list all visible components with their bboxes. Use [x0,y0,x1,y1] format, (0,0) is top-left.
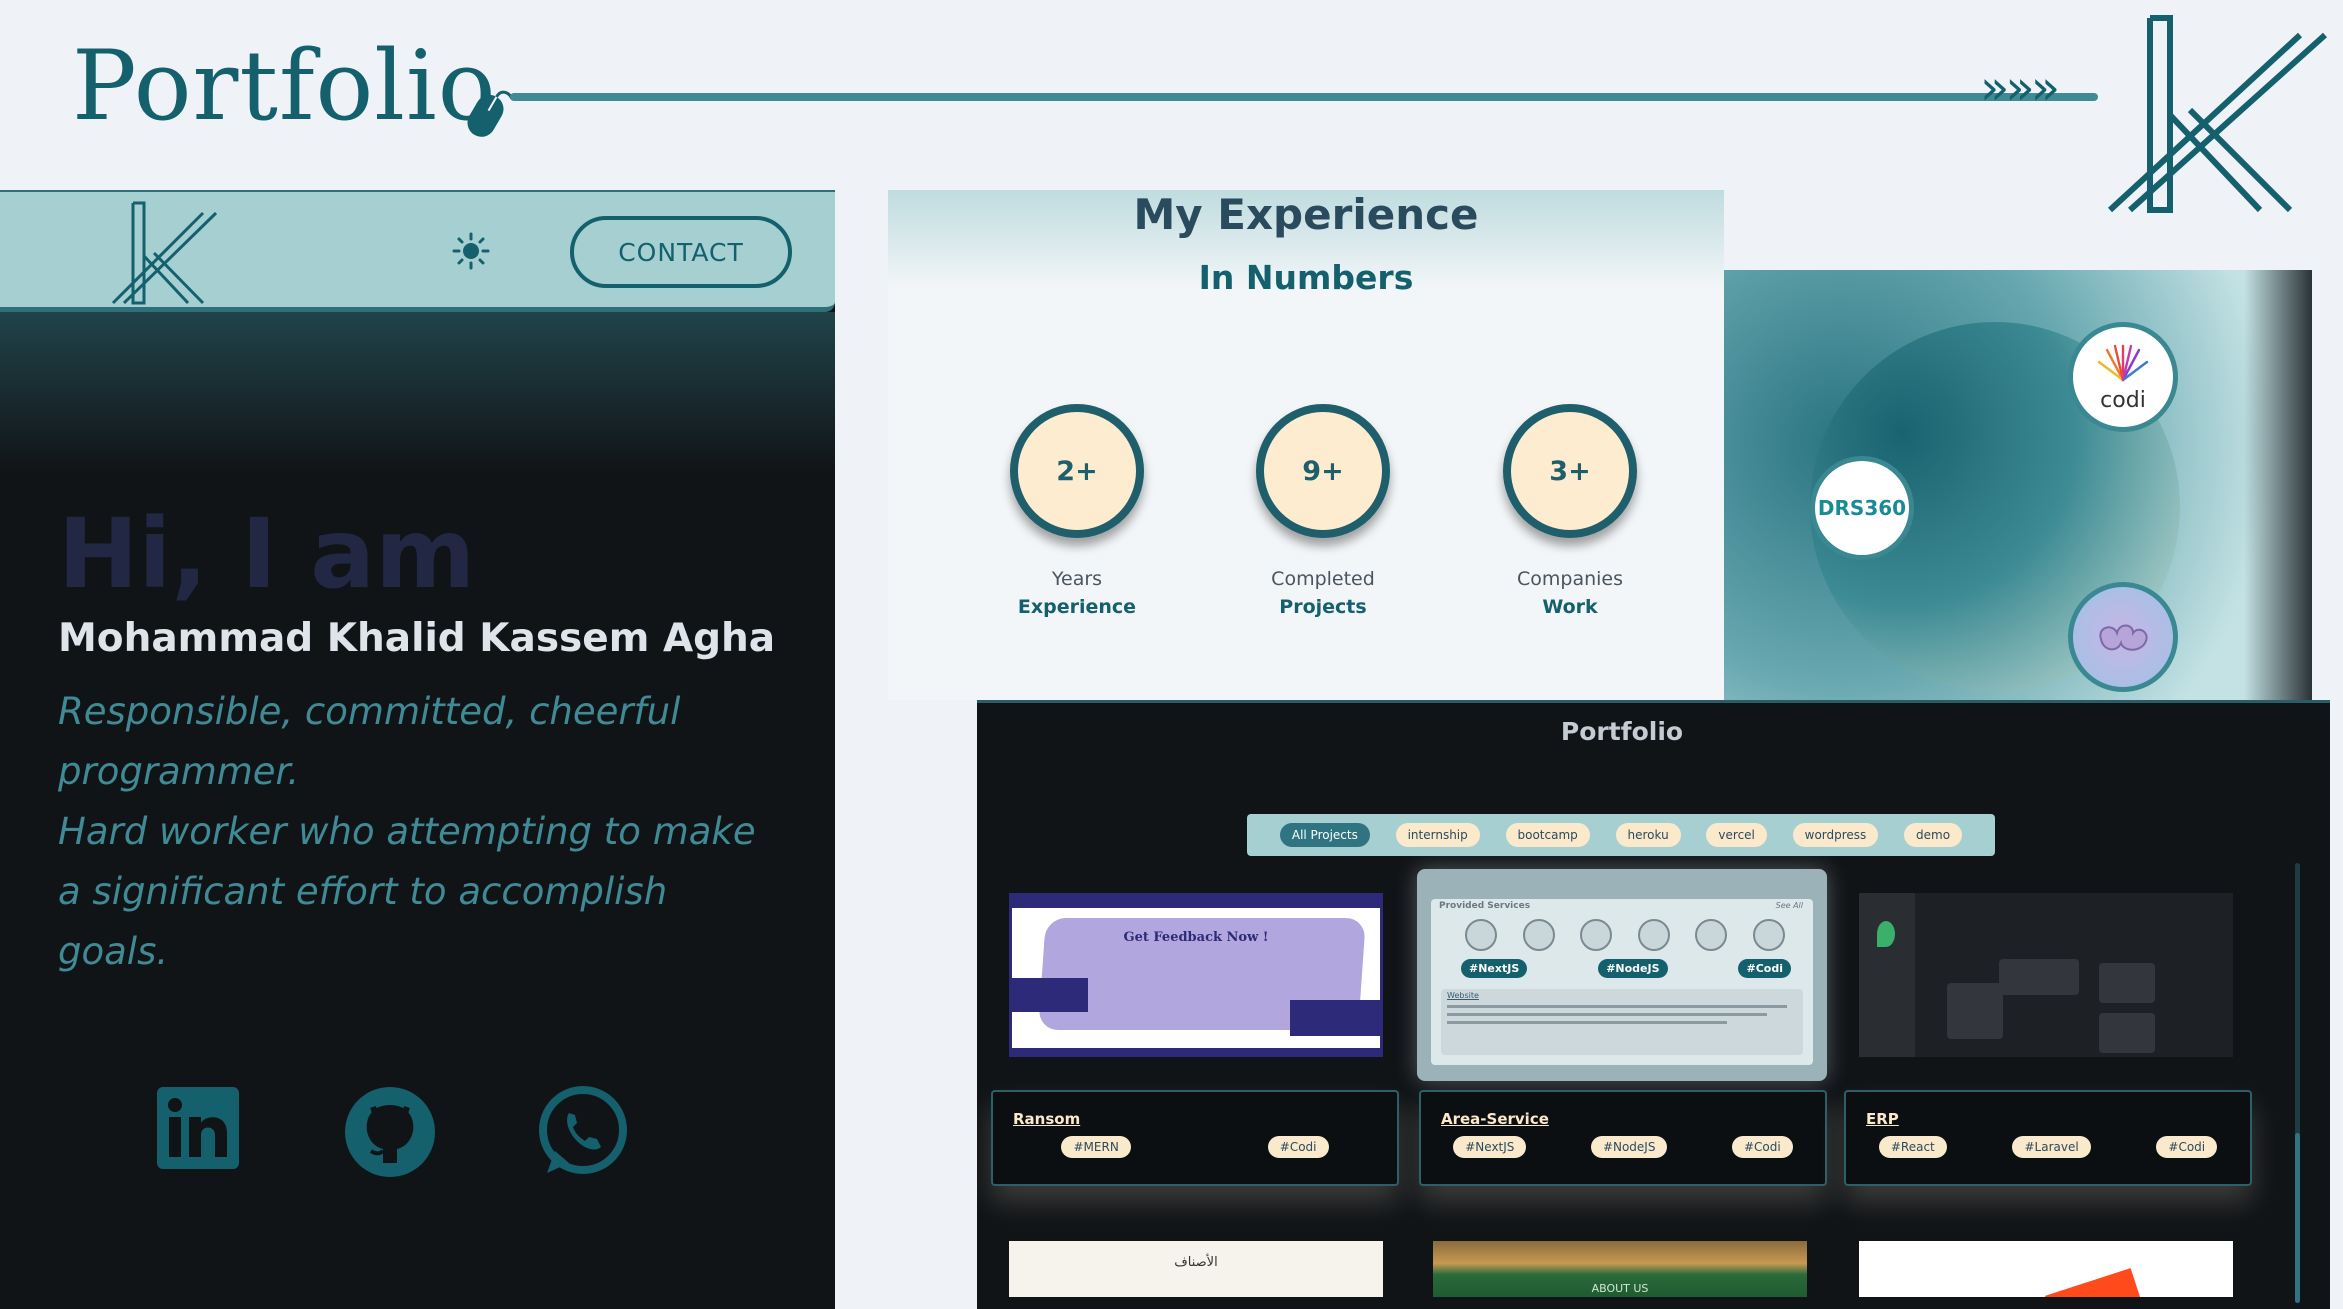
hero-tagline: Responsible, committed, cheerful program… [58,682,778,982]
stat-value: 3+ [1503,404,1637,538]
tagline-line-1: Responsible, committed, cheerful program… [58,690,681,793]
tagline-line-2: Hard worker who attempting to make a sig… [58,810,756,973]
filter-wordpress[interactable]: wordpress [1792,823,1879,847]
stat-value: 2+ [1010,404,1144,538]
portfolio-section: Portfolio All Projects internship bootca… [977,700,2330,1309]
filter-bootcamp[interactable]: bootcamp [1505,823,1590,847]
project-tag: #Codi [2156,1136,2218,1158]
thumb-footer [1012,1048,1380,1054]
filter-heroku[interactable]: heroku [1615,823,1681,847]
project-thumbnail-area-service[interactable]: Provided Services See All #NextJS #NodeJ… [1417,869,1827,1081]
company-logo[interactable] [2068,582,2178,692]
hero-greeting: Hi, I am [58,498,476,610]
project-tags: #React #Laravel #Codi [1846,1136,2250,1158]
thumb-service-icons [1465,919,1785,951]
project-card-erp[interactable]: ERP #React #Laravel #Codi [1844,1090,2252,1186]
stat-projects: 9+ Completed Projects [1223,404,1423,618]
navbar-shadow [0,312,835,472]
stat-label: Completed [1271,568,1375,590]
project-card-ransom[interactable]: Ransom #MERN #Codi [991,1090,1399,1186]
thumb-shape [2045,1268,2143,1297]
header-divider [510,93,2098,101]
project-thumbnail-erp[interactable] [1859,893,2233,1057]
k-logo [2107,15,2328,213]
filter-vercel[interactable]: vercel [1706,823,1767,847]
portfolio-title: Portfolio [1560,717,1684,746]
thumb-cta [1290,1000,1380,1036]
thumb-sidebar [1859,893,1915,1057]
companies-panel: codi DRS360 [1724,270,2312,700]
drs360-logo[interactable]: DRS360 [1810,456,1914,560]
project-thumbnail[interactable] [1859,1241,2233,1297]
project-card-area-service[interactable]: Area-Service #NextJS #NodeJS #Codi [1419,1090,1827,1186]
page-title: Portfolio [72,30,497,142]
codi-burst-icon [2097,344,2149,381]
stat-caption: Experience [1017,596,1137,618]
project-tag: #Codi [1267,1136,1329,1158]
thumb-heading: Get Feedback Now ! [1123,930,1269,945]
stat-caption: Projects [1279,596,1367,618]
project-tags: #MERN #Codi [993,1136,1397,1158]
thumb-tag: #Codi [1738,959,1791,978]
project-tags: #NextJS #NodeJS #Codi [1421,1136,1825,1158]
stat-companies: 3+ Companies Work [1470,404,1670,618]
theme-toggle-sun-icon[interactable] [452,232,490,270]
hero-name: Mohammad Khalid Kassem Agha [58,616,776,661]
filter-demo[interactable]: demo [1904,823,1963,847]
mouse-icon [467,90,514,137]
experience-section: My Experience In Numbers 2+ Years Experi… [888,190,1724,700]
project-tag: #Codi [1731,1136,1793,1158]
project-tag: #React [1878,1136,1947,1158]
project-thumbnail[interactable]: ABOUT US [1433,1241,1807,1297]
thumb-heading: ABOUT US [1591,1282,1649,1295]
project-tag: #Laravel [2012,1136,2091,1158]
github-icon[interactable] [343,1085,437,1179]
project-tag: #NodeJS [1590,1136,1668,1158]
thumb-heading: الأصناف [1174,1255,1218,1270]
company-emblem-icon [2099,624,2148,651]
drs360-label: DRS360 [1817,496,1907,520]
stat-caption: Work [1542,596,1598,618]
project-link-ransom[interactable]: Ransom [1013,1110,1080,1128]
project-link-erp[interactable]: ERP [1866,1110,1899,1128]
project-link-area-service[interactable]: Area-Service [1441,1110,1549,1128]
thumb-content: Provided Services See All #NextJS #NodeJ… [1431,899,1813,1065]
project-tag: #NextJS [1453,1136,1527,1158]
filter-all-projects[interactable]: All Projects [1279,823,1370,847]
project-tag: #MERN [1061,1136,1131,1158]
k-logo[interactable] [108,198,218,308]
experience-subtitle: In Numbers [1198,258,1414,297]
chevrons-right-icon: »»» [1980,60,2060,116]
thumb-navbar [1012,896,1380,908]
whatsapp-icon[interactable] [535,1085,629,1179]
thumb-tag: #NodeJS [1598,959,1668,978]
panel-shadow [2244,270,2312,700]
stat-label: Years [1051,568,1103,590]
thumb-cta [1012,978,1088,1012]
thumb-tags: #NextJS #NodeJS #Codi [1461,959,1791,978]
linkedin-icon[interactable] [155,1085,241,1171]
filter-internship[interactable]: internship [1395,823,1480,847]
thumb-see-all: See All [1775,901,1803,910]
hero-panel: CONTACT Hi, I am Mohammad Khalid Kassem … [0,190,835,1309]
thumb-heading: Provided Services [1439,901,1531,911]
project-thumbnail[interactable]: الأصناف [1009,1241,1383,1297]
stat-years: 2+ Years Experience [977,404,1177,618]
stat-label: Companies [1516,568,1623,590]
codi-label: codi [2100,387,2146,413]
scrollbar-thumb[interactable] [2295,1133,2300,1303]
filter-bar: All Projects internship bootcamp heroku … [1247,814,1995,856]
thumb-link: Website [1447,991,1479,1000]
thumb-tag: #NextJS [1461,959,1528,978]
codi-logo[interactable]: codi [2068,322,2178,432]
thumb-description: Website [1441,989,1803,1055]
project-thumbnail-ransom[interactable]: Get Feedback Now ! [1009,893,1383,1057]
contact-button[interactable]: CONTACT [570,216,792,288]
stat-value: 9+ [1256,404,1390,538]
experience-title: My Experience [1133,190,1479,239]
hero-navbar: CONTACT [0,190,835,312]
